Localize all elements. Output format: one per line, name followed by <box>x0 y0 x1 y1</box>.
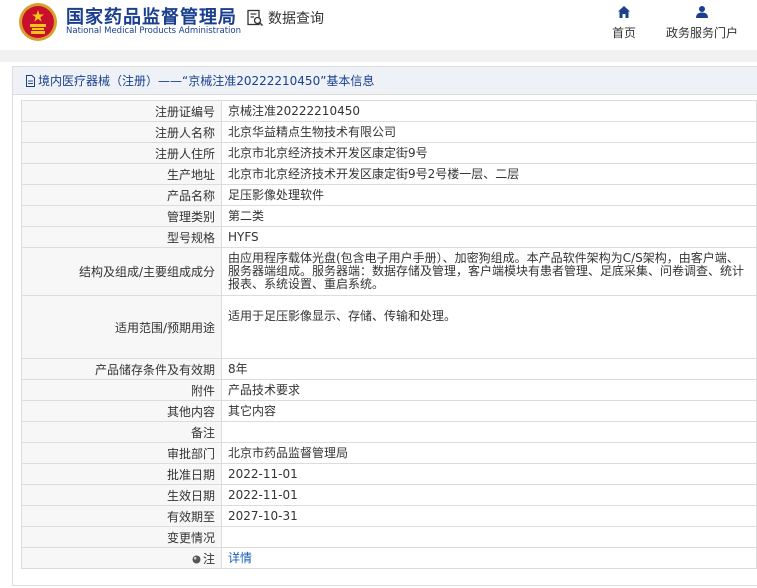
table-row: 有效期至 2027-10-31 <box>21 505 757 527</box>
registration-info-table: 注册证编号 京械注准20222210450 注册人名称 北京华益精点生物技术有限公司… <box>21 100 757 569</box>
table-row: 产品储存条件及有效期 8年 <box>21 358 757 380</box>
row-label: 适用范围/预期用途 <box>21 295 222 359</box>
data-query-label: 数据查询 <box>268 11 324 27</box>
table-row: 适用范围/预期用途 适用于足压影像显示、存储、传输和处理。 <box>21 295 757 359</box>
row-label: 其他内容 <box>21 400 222 422</box>
row-value: 北京市药品监督管理局 <box>221 442 757 464</box>
row-value: HYFS <box>221 226 757 248</box>
row-value: 产品技术要求 <box>221 379 757 401</box>
table-row: 注册证编号 京械注准20222210450 <box>21 100 757 122</box>
home-icon <box>618 6 630 18</box>
table-row: 结构及组成/主要组成成分 由应用程序载体光盘(包含电子用户手册）、加密狗组成。本产… <box>21 247 757 296</box>
row-label: 结构及组成/主要组成成分 <box>21 247 222 296</box>
row-label: 注册证编号 <box>21 100 222 122</box>
table-row: 管理类别 第二类 <box>21 205 757 227</box>
row-value: 足压影像处理软件 <box>221 184 757 206</box>
table-row: 变更情况 <box>21 526 757 548</box>
breadcrumb: 境内医疗器械（注册）——“京械注准20222210450”基本信息 <box>38 74 375 88</box>
row-value: 京械注准20222210450 <box>221 100 757 122</box>
data-query-link[interactable]: 数据查询 <box>246 8 324 28</box>
row-label: 附件 <box>21 379 222 401</box>
table-row: 审批部门 北京市药品监督管理局 <box>21 442 757 464</box>
document-icon <box>26 74 35 87</box>
site-name-en: National Medical Products Administration <box>66 26 241 36</box>
row-label: 生产地址 <box>21 163 222 185</box>
site-header: 国家药品监督管理局 National Medical Products Admi… <box>0 0 757 50</box>
table-row: 生产地址 北京市北京经济技术开发区康定街9号2号楼一层、二层 <box>21 163 757 185</box>
table-row: 生效日期 2022-11-01 <box>21 484 757 506</box>
row-label: 注册人名称 <box>21 121 222 143</box>
row-label: 产品储存条件及有效期 <box>21 358 222 380</box>
row-value: 适用于足压影像显示、存储、传输和处理。 <box>221 295 757 359</box>
table-row: 批准日期 2022-11-01 <box>21 463 757 485</box>
row-value <box>221 421 757 443</box>
table-row: 其他内容 其它内容 <box>21 400 757 422</box>
row-label: 产品名称 <box>21 184 222 206</box>
user-icon <box>696 6 708 18</box>
row-value: 2027-10-31 <box>221 505 757 527</box>
row-label: 批准日期 <box>21 463 222 485</box>
row-label: 变更情况 <box>21 526 222 548</box>
row-value: 北京市北京经济技术开发区康定街9号 <box>221 142 757 164</box>
row-label: 型号规格 <box>21 226 222 248</box>
table-row: 型号规格 HYFS <box>21 226 757 248</box>
data-query-icon <box>247 9 264 27</box>
nav-home[interactable]: 首页 <box>612 5 636 41</box>
table-row: 产品名称 足压影像处理软件 <box>21 184 757 206</box>
row-value: 8年 <box>221 358 757 380</box>
row-value: 北京华益精点生物技术有限公司 <box>221 121 757 143</box>
row-value: 北京市北京经济技术开发区康定街9号2号楼一层、二层 <box>221 163 757 185</box>
details-link[interactable]: 详情 <box>228 551 252 565</box>
row-label: 管理类别 <box>21 205 222 227</box>
row-value: 2022-11-01 <box>221 463 757 485</box>
row-value: 2022-11-01 <box>221 484 757 506</box>
panel-heading: 境内医疗器械（注册）——“京械注准20222210450”基本信息 <box>13 67 757 95</box>
row-label: 注 <box>202 551 215 566</box>
row-value: 第二类 <box>221 205 757 227</box>
row-label: 生效日期 <box>21 484 222 506</box>
row-label: 审批部门 <box>21 442 222 464</box>
row-value: 详情 <box>221 547 757 569</box>
nav-home-label: 首页 <box>612 26 637 40</box>
row-label: 有效期至 <box>21 505 222 527</box>
row-label: 注册人住所 <box>21 142 222 164</box>
table-row: 注 详情 <box>21 547 757 569</box>
note-icon <box>192 555 201 563</box>
row-value: 由应用程序载体光盘(包含电子用户手册）、加密狗组成。本产品软件架构为C/S架构，… <box>221 247 757 296</box>
row-value <box>221 526 757 548</box>
row-label: 备注 <box>21 421 222 443</box>
table-row: 备注 <box>21 421 757 443</box>
nav-government-portal[interactable]: 政务服务门户 <box>666 5 738 41</box>
row-value: 其它内容 <box>221 400 757 422</box>
nav-portal-label: 政务服务门户 <box>666 26 739 40</box>
header-divider <box>0 50 757 62</box>
table-row: 注册人名称 北京华益精点生物技术有限公司 <box>21 121 757 143</box>
note-label-cell: 注 <box>21 547 222 569</box>
table-row: 附件 产品技术要求 <box>21 379 757 401</box>
national-emblem-icon[interactable] <box>18 2 58 42</box>
table-row: 注册人住所 北京市北京经济技术开发区康定街9号 <box>21 142 757 164</box>
